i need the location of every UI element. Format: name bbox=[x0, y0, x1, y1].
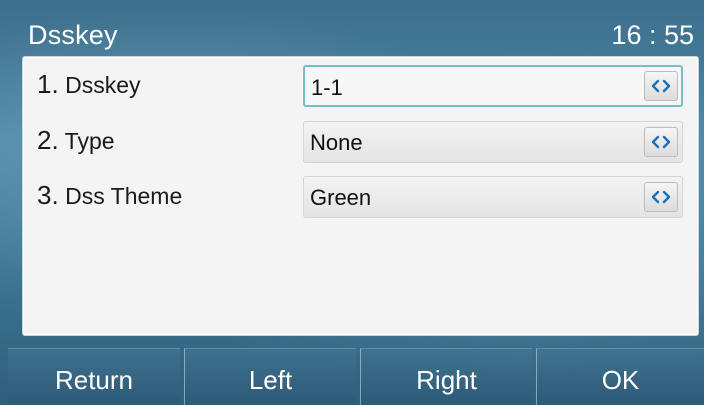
row-dss-theme[interactable]: 3. Dss Theme Green bbox=[23, 170, 698, 222]
dss-theme-field[interactable]: Green bbox=[303, 176, 683, 218]
row-label-text: Dss Theme bbox=[65, 183, 183, 209]
type-field[interactable]: None bbox=[303, 121, 683, 163]
type-value: None bbox=[310, 130, 363, 155]
phone-screen: Dsskey 16 : 55 1. Dsskey 1-1 2. Type Non… bbox=[0, 0, 704, 405]
settings-panel: 1. Dsskey 1-1 2. Type None 3. Dss Theme … bbox=[22, 56, 699, 336]
dss-theme-switch-button[interactable] bbox=[644, 182, 678, 212]
title-bar: Dsskey 16 : 55 bbox=[12, 8, 698, 56]
clock: 16 : 55 bbox=[611, 20, 694, 50]
row-label-text: Type bbox=[64, 128, 115, 154]
row-number: 2. bbox=[37, 125, 59, 155]
row-label: 3. Dss Theme bbox=[37, 180, 182, 211]
left-softkey[interactable]: Left bbox=[184, 348, 356, 405]
row-label: 1. Dsskey bbox=[37, 69, 140, 100]
softkey-bar: Return Left Right OK bbox=[8, 348, 704, 405]
right-softkey[interactable]: Right bbox=[360, 348, 532, 405]
row-number: 1. bbox=[37, 69, 59, 99]
row-type[interactable]: 2. Type None bbox=[23, 115, 698, 167]
dss-theme-value: Green bbox=[310, 185, 372, 210]
type-switch-button[interactable] bbox=[644, 127, 678, 157]
row-dsskey[interactable]: 1. Dsskey 1-1 bbox=[23, 59, 698, 111]
dsskey-field[interactable]: 1-1 bbox=[303, 65, 683, 107]
row-label: 2. Type bbox=[37, 125, 115, 156]
return-softkey[interactable]: Return bbox=[8, 348, 180, 405]
dsskey-switch-button[interactable] bbox=[644, 71, 678, 101]
page-title: Dsskey bbox=[28, 20, 118, 50]
dsskey-value: 1-1 bbox=[311, 75, 343, 100]
row-label-text: Dsskey bbox=[65, 72, 141, 98]
ok-softkey[interactable]: OK bbox=[536, 348, 704, 405]
row-number: 3. bbox=[37, 180, 59, 210]
